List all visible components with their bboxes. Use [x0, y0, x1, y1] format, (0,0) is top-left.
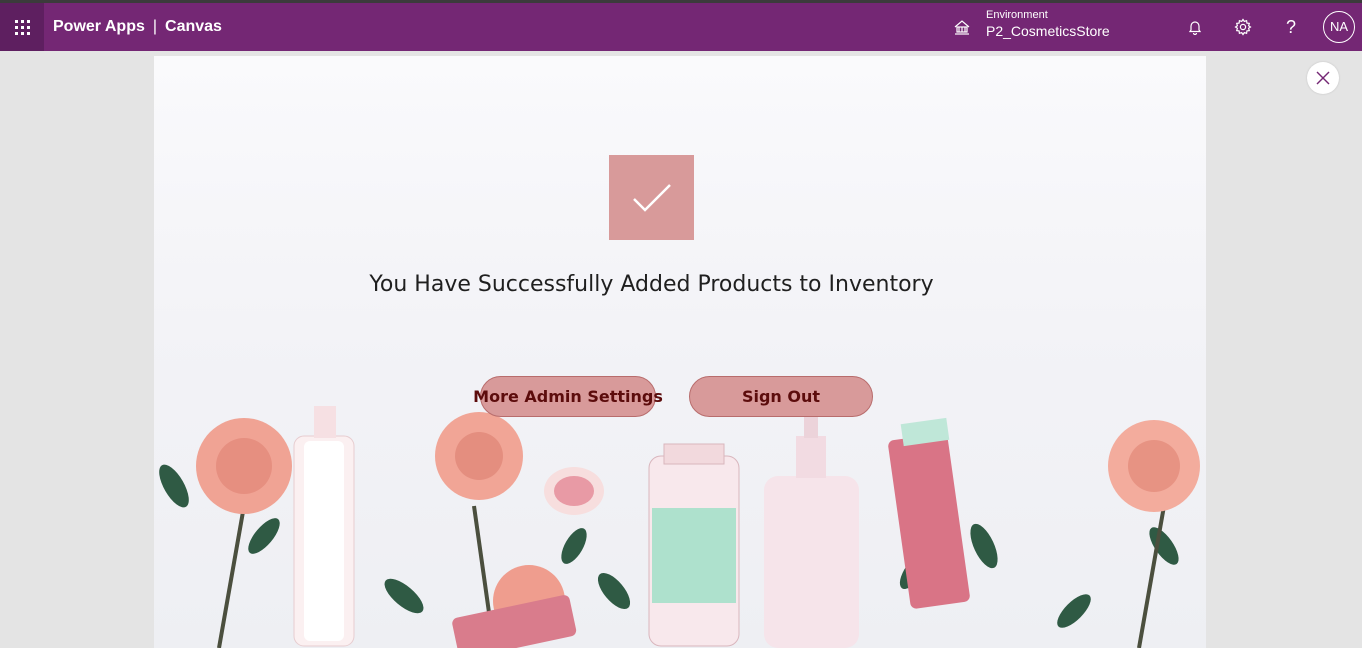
title-separator: |: [152, 18, 158, 35]
success-message: You Have Successfully Added Products to …: [369, 272, 934, 297]
section-name: Canvas: [165, 18, 222, 35]
bell-icon: [1188, 21, 1202, 35]
gear-icon: [1234, 18, 1252, 36]
environment-icon[interactable]: [953, 18, 971, 36]
notifications-button[interactable]: [1183, 15, 1207, 39]
environment-label: Environment: [986, 9, 1048, 21]
settings-button[interactable]: [1231, 15, 1255, 39]
help-icon: ?: [1285, 16, 1296, 37]
environment-name[interactable]: P2_CosmeticsStore: [986, 23, 1110, 39]
close-button[interactable]: [1307, 62, 1339, 94]
app-launcher-button[interactable]: [0, 3, 44, 51]
top-bar: Power Apps | Canvas Environment P2_Cosmeti…: [0, 3, 1362, 51]
close-icon: [1316, 71, 1330, 85]
app-title[interactable]: Power Apps | Canvas: [53, 3, 222, 51]
success-badge: [609, 155, 694, 240]
cosmetics-background-image: [159, 406, 1200, 648]
waffle-icon: [14, 19, 30, 35]
app-canvas: You Have Successfully Added Products to …: [154, 56, 1206, 648]
user-avatar[interactable]: NA: [1323, 11, 1355, 43]
more-admin-settings-button[interactable]: More Admin Settings: [473, 376, 663, 417]
help-button[interactable]: ?: [1279, 15, 1303, 39]
checkmark-icon: [632, 183, 671, 212]
sign-out-button[interactable]: Sign Out: [689, 376, 873, 417]
app-name: Power Apps: [53, 18, 145, 35]
